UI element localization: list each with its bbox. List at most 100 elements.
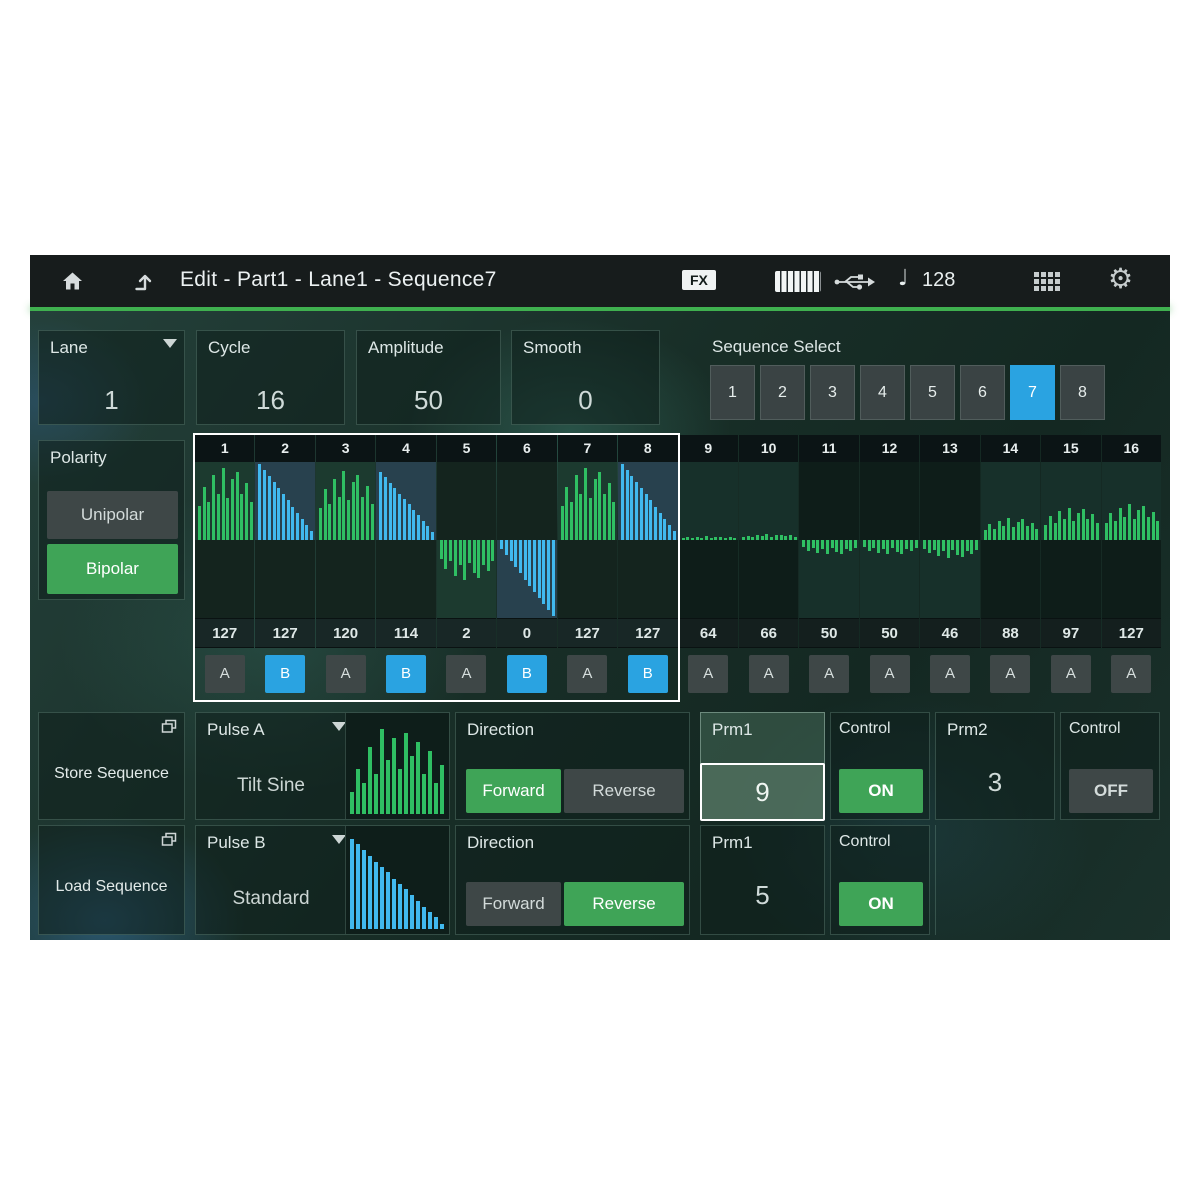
step-bars[interactable] xyxy=(920,462,979,618)
sequence-select-button-8[interactable]: 8 xyxy=(1060,365,1105,420)
step-number: 4 xyxy=(376,435,435,462)
direction-b-reverse-button[interactable]: Reverse xyxy=(564,882,684,926)
sequence-select-button-4[interactable]: 4 xyxy=(860,365,905,420)
smooth-panel[interactable]: Smooth 0 xyxy=(511,330,660,425)
load-sequence-button[interactable]: Load Sequence xyxy=(38,825,185,935)
step-pulse-toggle[interactable]: B xyxy=(265,655,305,693)
step-bars[interactable] xyxy=(679,462,738,618)
matrix-grid-icon[interactable] xyxy=(1034,272,1060,291)
exit-up-icon[interactable] xyxy=(132,269,156,293)
step-bars[interactable] xyxy=(255,462,314,618)
step-pulse-toggle[interactable]: A xyxy=(446,655,486,693)
step-pulse-toggle[interactable]: A xyxy=(1111,655,1151,693)
control-a1-toggle[interactable]: ON xyxy=(839,769,923,813)
step-column-14: 1488A xyxy=(981,435,1040,700)
smooth-value[interactable]: 0 xyxy=(512,385,659,416)
sequence-select-button-3[interactable]: 3 xyxy=(810,365,855,420)
step-number: 10 xyxy=(739,435,798,462)
fx-badge[interactable]: FX xyxy=(682,270,716,290)
step-bars[interactable] xyxy=(437,462,496,618)
chevron-down-icon[interactable] xyxy=(332,722,346,731)
step-column-6: 60B xyxy=(497,435,556,700)
home-icon[interactable] xyxy=(60,269,85,293)
step-column-2: 2127B xyxy=(255,435,314,700)
step-bars[interactable] xyxy=(316,462,375,618)
prm1-a-value[interactable]: 9 xyxy=(700,763,825,821)
bipolar-button[interactable]: Bipolar xyxy=(47,544,178,594)
gear-icon[interactable]: ⚙ xyxy=(1108,262,1133,295)
pulse-a-label: Pulse A xyxy=(207,720,265,740)
step-number: 7 xyxy=(558,435,617,462)
synth-edit-window: Edit - Part1 - Lane1 - Sequence7 FX ♩ xyxy=(30,255,1170,940)
store-sequence-button[interactable]: Store Sequence xyxy=(38,712,185,820)
cycle-value[interactable]: 16 xyxy=(197,385,344,416)
step-column-15: 1597A xyxy=(1041,435,1100,700)
step-pulse-toggle[interactable]: A xyxy=(688,655,728,693)
step-pulse-toggle[interactable]: B xyxy=(628,655,668,693)
step-number: 3 xyxy=(316,435,375,462)
sequence-select-button-7[interactable]: 7 xyxy=(1010,365,1055,420)
direction-a-forward-button[interactable]: Forward xyxy=(466,769,561,813)
sequence-select-button-6[interactable]: 6 xyxy=(960,365,1005,420)
sequence-select-button-2[interactable]: 2 xyxy=(760,365,805,420)
control-b1-toggle[interactable]: ON xyxy=(839,882,923,926)
step-bars[interactable] xyxy=(558,462,617,618)
lane-panel[interactable]: Lane 1 xyxy=(38,330,185,425)
step-bars[interactable] xyxy=(981,462,1040,618)
pulse-b-waveform xyxy=(345,826,449,934)
pulse-a-value[interactable]: Tilt Sine xyxy=(196,775,346,797)
step-pulse-toggle[interactable]: A xyxy=(930,655,970,693)
step-bars[interactable] xyxy=(195,462,254,618)
header-bar: Edit - Part1 - Lane1 - Sequence7 FX ♩ xyxy=(30,255,1170,307)
lane-value[interactable]: 1 xyxy=(39,385,184,416)
step-value: 64 xyxy=(679,618,738,648)
amplitude-value[interactable]: 50 xyxy=(357,385,500,416)
pulse-a-panel[interactable]: Pulse A Tilt Sine xyxy=(195,712,450,820)
step-bars[interactable] xyxy=(860,462,919,618)
step-pulse-toggle[interactable]: A xyxy=(870,655,910,693)
sequence-select-button-1[interactable]: 1 xyxy=(710,365,755,420)
prm2-a-value[interactable]: 3 xyxy=(936,767,1054,798)
polarity-panel: Polarity Unipolar Bipolar xyxy=(38,440,185,600)
keyboard-icon[interactable] xyxy=(775,271,821,292)
window-popup-icon xyxy=(161,719,177,734)
chevron-down-icon[interactable] xyxy=(332,835,346,844)
pulse-b-value[interactable]: Standard xyxy=(196,888,346,910)
step-pulse-toggle[interactable]: A xyxy=(205,655,245,693)
step-bars[interactable] xyxy=(1041,462,1100,618)
direction-b-label: Direction xyxy=(467,833,534,853)
prm1-b-label: Prm1 xyxy=(712,833,753,853)
pulse-b-panel[interactable]: Pulse B Standard xyxy=(195,825,450,935)
chevron-down-icon[interactable] xyxy=(163,339,177,348)
step-pulse-toggle[interactable]: A xyxy=(326,655,366,693)
step-bars[interactable] xyxy=(739,462,798,618)
step-number: 12 xyxy=(860,435,919,462)
amplitude-panel[interactable]: Amplitude 50 xyxy=(356,330,501,425)
step-pulse-toggle[interactable]: A xyxy=(1051,655,1091,693)
step-column-5: 52A xyxy=(437,435,496,700)
step-bars[interactable] xyxy=(618,462,677,618)
step-column-10: 1066A xyxy=(739,435,798,700)
direction-a-reverse-button[interactable]: Reverse xyxy=(564,769,684,813)
control-a2-panel: Control OFF xyxy=(1060,712,1160,820)
step-pulse-toggle[interactable]: B xyxy=(386,655,426,693)
tempo-value[interactable]: 128 xyxy=(922,269,955,292)
step-bars[interactable] xyxy=(1102,462,1161,618)
step-pulse-toggle[interactable]: A xyxy=(567,655,607,693)
control-a2-toggle[interactable]: OFF xyxy=(1069,769,1153,813)
step-pulse-toggle[interactable]: A xyxy=(990,655,1030,693)
sequence-select-button-5[interactable]: 5 xyxy=(910,365,955,420)
cycle-panel[interactable]: Cycle 16 xyxy=(196,330,345,425)
step-pulse-toggle[interactable]: B xyxy=(507,655,547,693)
direction-b-forward-button[interactable]: Forward xyxy=(466,882,561,926)
prm1-b-value[interactable]: 5 xyxy=(701,880,824,911)
step-bars[interactable] xyxy=(376,462,435,618)
step-value: 120 xyxy=(316,618,375,648)
step-pulse-toggle[interactable]: A xyxy=(809,655,849,693)
step-bars[interactable] xyxy=(497,462,556,618)
prm1-a-label: Prm1 xyxy=(712,720,753,740)
step-bars[interactable] xyxy=(799,462,858,618)
prm2-a-label: Prm2 xyxy=(947,720,988,740)
step-pulse-toggle[interactable]: A xyxy=(749,655,789,693)
unipolar-button[interactable]: Unipolar xyxy=(47,491,178,539)
